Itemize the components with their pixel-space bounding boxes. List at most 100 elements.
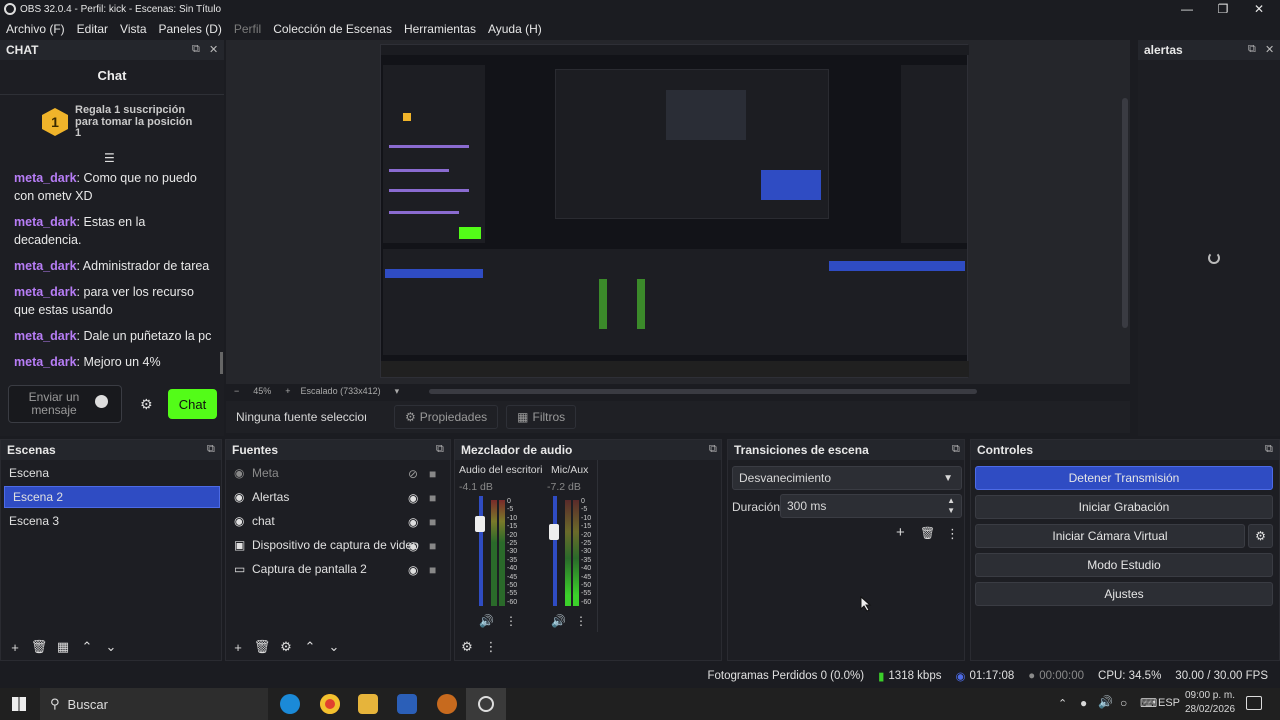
float-icon[interactable]: ⧉ — [709, 443, 717, 456]
app-icon[interactable] — [437, 694, 457, 714]
more-icon[interactable]: ⋮ — [505, 614, 517, 628]
scene-item-selected[interactable]: Escena 2 — [4, 486, 220, 508]
add-icon[interactable]: + — [3, 640, 27, 655]
float-icon[interactable]: ⧉ — [1265, 443, 1273, 456]
virtual-camera-button[interactable]: Iniciar Cámara Virtual — [975, 524, 1245, 548]
eye-icon[interactable]: ◉ — [408, 539, 418, 553]
close-icon[interactable]: ✕ — [1242, 0, 1276, 18]
windows-start-icon[interactable] — [12, 697, 26, 711]
more-icon[interactable]: ⋮ — [575, 614, 587, 628]
lock-icon[interactable]: ■ — [429, 491, 436, 505]
chat-input[interactable]: Enviar un mensaje — [8, 385, 122, 423]
chevron-up-icon[interactable]: ⌃ — [298, 639, 322, 655]
eye-icon[interactable]: ◉ — [408, 563, 418, 577]
add-icon[interactable]: + — [226, 640, 250, 655]
minimize-icon[interactable]: — — [1170, 0, 1204, 18]
obs-icon — [478, 696, 494, 712]
scene-item[interactable]: Escena — [1, 462, 221, 484]
menu-paneles[interactable]: Paneles (D) — [159, 22, 222, 36]
gear-icon[interactable]: ⚙ — [140, 396, 153, 413]
start-recording-button[interactable]: Iniciar Grabación — [975, 495, 1273, 519]
trash-icon[interactable]: 🗑 — [250, 639, 274, 655]
word-icon[interactable] — [397, 694, 417, 714]
menu-ayuda[interactable]: Ayuda (H) — [488, 22, 542, 36]
maximize-icon[interactable]: ❐ — [1206, 0, 1240, 18]
close-icon[interactable]: ✕ — [1265, 43, 1274, 56]
spin-arrows-icon[interactable]: ▲ ▼ — [947, 496, 955, 516]
chevron-up-icon[interactable]: ⌃ — [1058, 697, 1067, 710]
close-icon[interactable]: ✕ — [209, 43, 218, 56]
transitions-dock: Transiciones de escena ⧉ Desvanecimiento… — [727, 439, 965, 661]
chevron-down-icon[interactable]: ⌄ — [322, 639, 346, 655]
gear-icon[interactable]: ⚙ — [1248, 524, 1273, 548]
lock-icon[interactable]: ■ — [429, 515, 436, 529]
float-icon[interactable]: ⧉ — [207, 443, 215, 456]
menu-vista[interactable]: Vista — [120, 22, 146, 36]
lock-icon[interactable]: ■ — [429, 563, 436, 577]
speaker-icon[interactable]: 🔊 — [479, 614, 494, 628]
chat-scrollbar[interactable] — [220, 352, 223, 374]
chevron-up-icon[interactable]: ⌃ — [75, 639, 99, 655]
transition-select[interactable]: Desvanecimiento ▼ — [732, 466, 962, 490]
properties-button[interactable]: ⚙ Propiedades — [394, 405, 499, 429]
chevron-down-icon[interactable]: ▾ — [395, 386, 400, 397]
clock-date[interactable]: 28/02/2026 — [1184, 704, 1236, 715]
preview-canvas[interactable] — [380, 44, 969, 378]
eye-icon[interactable]: ◉ — [408, 491, 418, 505]
studio-mode-button[interactable]: Modo Estudio — [975, 553, 1273, 577]
speaker-icon[interactable]: 🔊 — [551, 614, 566, 628]
more-icon[interactable]: ⋮ — [479, 639, 503, 655]
zoom-out-icon[interactable]: − — [234, 386, 239, 396]
filters-button[interactable]: ▦ Filtros — [506, 405, 577, 429]
input-method-icon[interactable]: ⌨ — [1140, 696, 1157, 710]
taskbar-search[interactable]: ⚲ Buscar — [40, 688, 268, 720]
duration-spinbox[interactable]: 300 ms ▲ ▼ — [780, 494, 962, 518]
controls-title: Controles — [971, 440, 1279, 460]
wifi-icon[interactable]: ○ — [1120, 696, 1127, 710]
eye-hidden-icon[interactable]: ⊘ — [408, 467, 418, 481]
notification-icon[interactable] — [1246, 696, 1262, 710]
float-icon[interactable]: ⧉ — [1248, 43, 1256, 56]
float-icon[interactable]: ⧉ — [952, 443, 960, 456]
menu-archivo[interactable]: Archivo (F) — [6, 22, 65, 36]
eye-icon[interactable]: ◉ — [408, 515, 418, 529]
settings-button[interactable]: Ajustes — [975, 582, 1273, 606]
trash-icon[interactable]: 🗑 — [920, 526, 935, 540]
advanced-audio-icon[interactable]: ⚙ — [455, 639, 479, 655]
volume-slider[interactable] — [479, 496, 483, 606]
volume-handle[interactable] — [549, 524, 559, 540]
menu-lines-icon[interactable]: ☰ — [104, 151, 115, 165]
menu-herramientas[interactable]: Herramientas — [404, 22, 476, 36]
scene-item[interactable]: Escena 3 — [1, 510, 221, 532]
stop-stream-button[interactable]: Detener Transmisión — [975, 466, 1273, 490]
menu-editar[interactable]: Editar — [77, 22, 108, 36]
trash-icon[interactable]: 🗑 — [27, 639, 51, 655]
chat-send-button[interactable]: Chat — [168, 389, 217, 419]
zoom-in-icon[interactable]: + — [285, 386, 290, 396]
preview-scrollbar[interactable] — [1122, 98, 1128, 328]
volume-slider[interactable] — [553, 496, 557, 606]
more-icon[interactable]: ⋮ — [946, 526, 959, 542]
obs-taskbar-button[interactable] — [466, 688, 506, 720]
gear-icon[interactable]: ⚙ — [274, 639, 298, 655]
filter-icon[interactable]: ▦ — [51, 639, 75, 655]
edge-icon[interactable] — [280, 694, 300, 714]
add-icon[interactable]: + — [896, 524, 905, 541]
float-icon[interactable]: ⧉ — [436, 443, 444, 456]
menu-coleccion[interactable]: Colección de Escenas — [273, 22, 392, 36]
emoji-icon[interactable] — [95, 395, 108, 408]
language-indicator[interactable]: ESP — [1158, 697, 1180, 709]
horizontal-scrollbar[interactable] — [429, 388, 978, 394]
speaker-icon[interactable]: 🔊 — [1098, 695, 1113, 709]
menu-perfil[interactable]: Perfil — [234, 22, 261, 36]
chrome-icon[interactable] — [320, 694, 340, 714]
float-icon[interactable]: ⧉ — [192, 43, 200, 56]
file-explorer-icon[interactable] — [358, 694, 378, 714]
microphone-icon[interactable]: ● — [1080, 696, 1087, 710]
chevron-down-icon[interactable]: ⌄ — [99, 639, 123, 655]
record-icon: ● — [1028, 670, 1036, 682]
clock-time[interactable]: 09:00 p. m. — [1184, 690, 1236, 701]
lock-icon[interactable]: ■ — [429, 539, 436, 553]
lock-icon[interactable]: ■ — [429, 467, 436, 481]
volume-handle[interactable] — [475, 516, 485, 532]
